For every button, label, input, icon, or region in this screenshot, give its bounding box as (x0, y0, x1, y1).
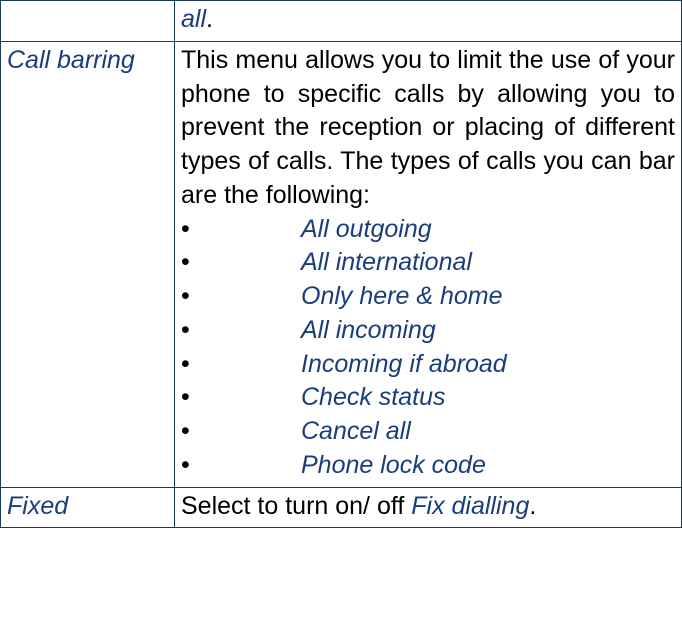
list-item-text: Cancel all (301, 417, 411, 445)
table-row: Fixed Select to turn on/ off Fix diallin… (1, 487, 682, 528)
list-item: •All outgoing (181, 213, 675, 247)
bullet-icon: • (181, 280, 301, 314)
list-item: •All incoming (181, 314, 675, 348)
list-item-text: Incoming if abroad (301, 350, 507, 378)
list-item: •Cancel all (181, 415, 675, 449)
row-content-cell: all. (175, 1, 682, 42)
row-label-cell: Fixed (1, 487, 175, 528)
list-item: •Check status (181, 381, 675, 415)
row-content-after: . (206, 5, 213, 33)
list-item-text: Check status (301, 383, 446, 411)
row-content-before: Select to turn on/ off (181, 492, 411, 520)
list-item: •All international (181, 246, 675, 280)
list-item: •Only here & home (181, 280, 675, 314)
row-content-after: . (529, 492, 536, 520)
list-item: •Phone lock code (181, 449, 675, 483)
list-item-text: Phone lock code (301, 451, 486, 479)
table-row: Call barring This menu allows you to lim… (1, 41, 682, 487)
bullet-icon: • (181, 314, 301, 348)
bullet-icon: • (181, 449, 301, 483)
row-label: Call barring (7, 46, 135, 74)
row-content-cell: Select to turn on/ off Fix dialling. (175, 487, 682, 528)
row-intro: This menu allows you to limit the use of… (181, 44, 675, 213)
list-item: •Incoming if abroad (181, 348, 675, 382)
bullet-icon: • (181, 213, 301, 247)
row-content-cell: This menu allows you to limit the use of… (175, 41, 682, 487)
list-item-text: Only here & home (301, 282, 503, 310)
bullet-icon: • (181, 348, 301, 382)
settings-table: all. Call barring This menu allows you t… (0, 0, 682, 528)
bullet-icon: • (181, 246, 301, 280)
list-item-text: All international (301, 248, 472, 276)
row-label: Fixed (7, 492, 68, 520)
list-item-text: All incoming (301, 316, 436, 344)
list-item-text: All outgoing (301, 215, 432, 243)
bullet-icon: • (181, 415, 301, 449)
row-label-cell: Call barring (1, 41, 175, 487)
row-content-italic: all (181, 5, 206, 33)
row-label-cell (1, 1, 175, 42)
table-row: all. (1, 1, 682, 42)
row-content-italic: Fix dialling (411, 492, 529, 520)
bullet-icon: • (181, 381, 301, 415)
